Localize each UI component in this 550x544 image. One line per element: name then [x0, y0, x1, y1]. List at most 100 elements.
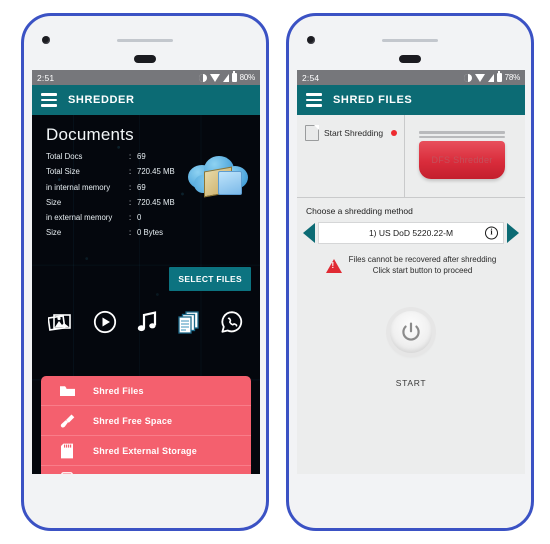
status-indicator-dot: [391, 130, 398, 136]
phone-device-right: 2:54 78% SHRED FILES Start Shredding DFS…: [286, 13, 534, 531]
right-arrow-icon[interactable]: [507, 223, 519, 243]
stat-key: Total Docs: [46, 152, 83, 161]
stat-key: Total Size: [46, 167, 80, 177]
left-arrow-icon[interactable]: [303, 223, 315, 243]
phone-icon: [41, 472, 93, 474]
music-icon[interactable]: [136, 310, 158, 334]
shred-free-space-button[interactable]: Shred Free Space: [41, 406, 251, 436]
shred-actions-list: Shred Files Shred Free Space Shred Exter…: [41, 376, 251, 474]
stat-row: Size:720.45 MB: [46, 199, 260, 207]
wifi-icon: [474, 73, 485, 82]
documents-icon[interactable]: [177, 310, 201, 334]
dnd-icon: [463, 73, 472, 82]
broom-icon: [41, 413, 93, 428]
page-title: SHREDDER: [68, 94, 135, 106]
shred-external-storage-button[interactable]: Shred External Storage: [41, 436, 251, 466]
stat-row: Total Docs:69: [46, 153, 260, 161]
shredder-graphic-panel: DFS Shredder: [405, 115, 525, 197]
battery-percent: 78%: [504, 73, 521, 82]
start-control: START: [297, 311, 525, 388]
front-camera-icon: [42, 36, 50, 44]
front-camera-icon: [307, 36, 315, 44]
dfs-shredder-label: DFS Shredder: [431, 155, 493, 165]
battery-percent: 80%: [239, 73, 256, 82]
battery-icon: [496, 71, 502, 82]
stat-key: in internal memory: [46, 182, 111, 192]
stat-colon: :: [129, 228, 132, 238]
stat-value: 69: [137, 182, 146, 192]
stat-colon: :: [129, 197, 132, 207]
info-icon[interactable]: i: [485, 226, 498, 240]
warning-line-2: Click start button to proceed: [372, 265, 473, 275]
stat-colon: :: [129, 182, 132, 192]
video-icon[interactable]: [93, 310, 117, 334]
documents-stats: Total Docs:69 Total Size:720.45 MB in in…: [46, 153, 260, 237]
stat-row: Total Size:720.45 MB: [46, 168, 260, 176]
stat-key: Size: [46, 228, 62, 238]
documents-heading: Documents: [46, 125, 134, 144]
folder-icon: [41, 384, 93, 398]
screenshot-canvas: 2:51 80% SHREDDER Documents Total Docs:…: [0, 0, 550, 544]
shredder-card: DFS Shredder: [419, 131, 505, 179]
warning-line-1: Files cannot be recovered after shreddin…: [348, 255, 497, 264]
stat-key: Size: [46, 197, 62, 207]
photos-icon[interactable]: [47, 310, 74, 334]
page-title: SHRED FILES: [333, 94, 413, 106]
shred-content: Start Shredding DFS Shredder Choose a sh…: [297, 115, 525, 474]
status-icons: 78%: [463, 71, 521, 82]
shred-top-section: Start Shredding DFS Shredder: [297, 115, 525, 197]
app-bar-right: SHRED FILES: [297, 85, 525, 115]
shred-free-space-label: Shred Free Space: [93, 415, 173, 426]
earpiece-speaker: [382, 39, 438, 42]
start-shredding-panel: Start Shredding: [297, 115, 405, 197]
signal-icon: [222, 73, 229, 82]
status-bar-left: 2:51 80%: [32, 70, 260, 85]
power-button[interactable]: [390, 311, 432, 353]
warning-text: Files cannot be recovered after shreddin…: [349, 255, 497, 277]
stat-row: in external memory:0: [46, 214, 260, 222]
sensor-pill: [134, 55, 156, 63]
shred-external-storage-label: Shred External Storage: [93, 445, 197, 456]
hamburger-icon[interactable]: [41, 93, 57, 107]
shred-internal-storage-button[interactable]: Shred Internal Storage: [41, 466, 251, 474]
status-time: 2:54: [302, 72, 320, 83]
status-time: 2:51: [37, 72, 55, 83]
select-files-button[interactable]: SELECT FILES: [169, 267, 251, 291]
whatsapp-icon[interactable]: [220, 310, 244, 334]
choose-method-label: Choose a shredding method: [306, 206, 413, 216]
stat-row: Size:0 Bytes: [46, 229, 260, 237]
stat-key: in external memory: [46, 213, 113, 223]
start-button-label: START: [395, 378, 427, 388]
stat-value: 0: [137, 213, 142, 223]
battery-icon: [231, 71, 237, 82]
app-bar-left: SHREDDER: [32, 85, 260, 115]
phone-device-left: 2:51 80% SHREDDER Documents Total Docs:…: [21, 13, 269, 531]
screen-right: 2:54 78% SHRED FILES Start Shredding DFS…: [297, 70, 525, 474]
sdcard-icon: [41, 443, 93, 459]
power-icon: [402, 322, 420, 341]
stat-colon: :: [129, 213, 132, 223]
screen-left: 2:51 80% SHREDDER Documents Total Docs:…: [32, 70, 260, 474]
signal-icon: [487, 73, 494, 82]
shred-files-label: Shred Files: [93, 385, 144, 396]
warning-message: Files cannot be recovered after shreddin…: [297, 255, 525, 277]
method-value-field[interactable]: 1) US DoD 5220.22-M i: [318, 222, 504, 244]
hamburger-icon[interactable]: [306, 93, 322, 107]
stat-value: 720.45 MB: [137, 167, 175, 177]
wifi-icon: [209, 73, 220, 82]
stat-value: 69: [137, 152, 146, 161]
stat-row: in internal memory:69: [46, 182, 260, 192]
status-icons: 80%: [198, 71, 256, 82]
stat-value: 720.45 MB: [137, 197, 175, 207]
method-value: 1) US DoD 5220.22-M: [368, 228, 454, 238]
category-icon-row: [32, 310, 260, 334]
warning-icon: [325, 258, 342, 273]
earpiece-speaker: [117, 39, 173, 42]
start-shredding-label: Start Shredding: [324, 128, 384, 138]
method-selector: 1) US DoD 5220.22-M i: [297, 222, 525, 244]
shred-files-button[interactable]: Shred Files: [41, 376, 251, 406]
shredder-slot-line: [419, 135, 505, 138]
dnd-icon: [198, 73, 207, 82]
start-shredding-row[interactable]: Start Shredding: [305, 125, 404, 141]
home-content: Documents Total Docs:69 Total Size:720.4…: [32, 115, 260, 474]
